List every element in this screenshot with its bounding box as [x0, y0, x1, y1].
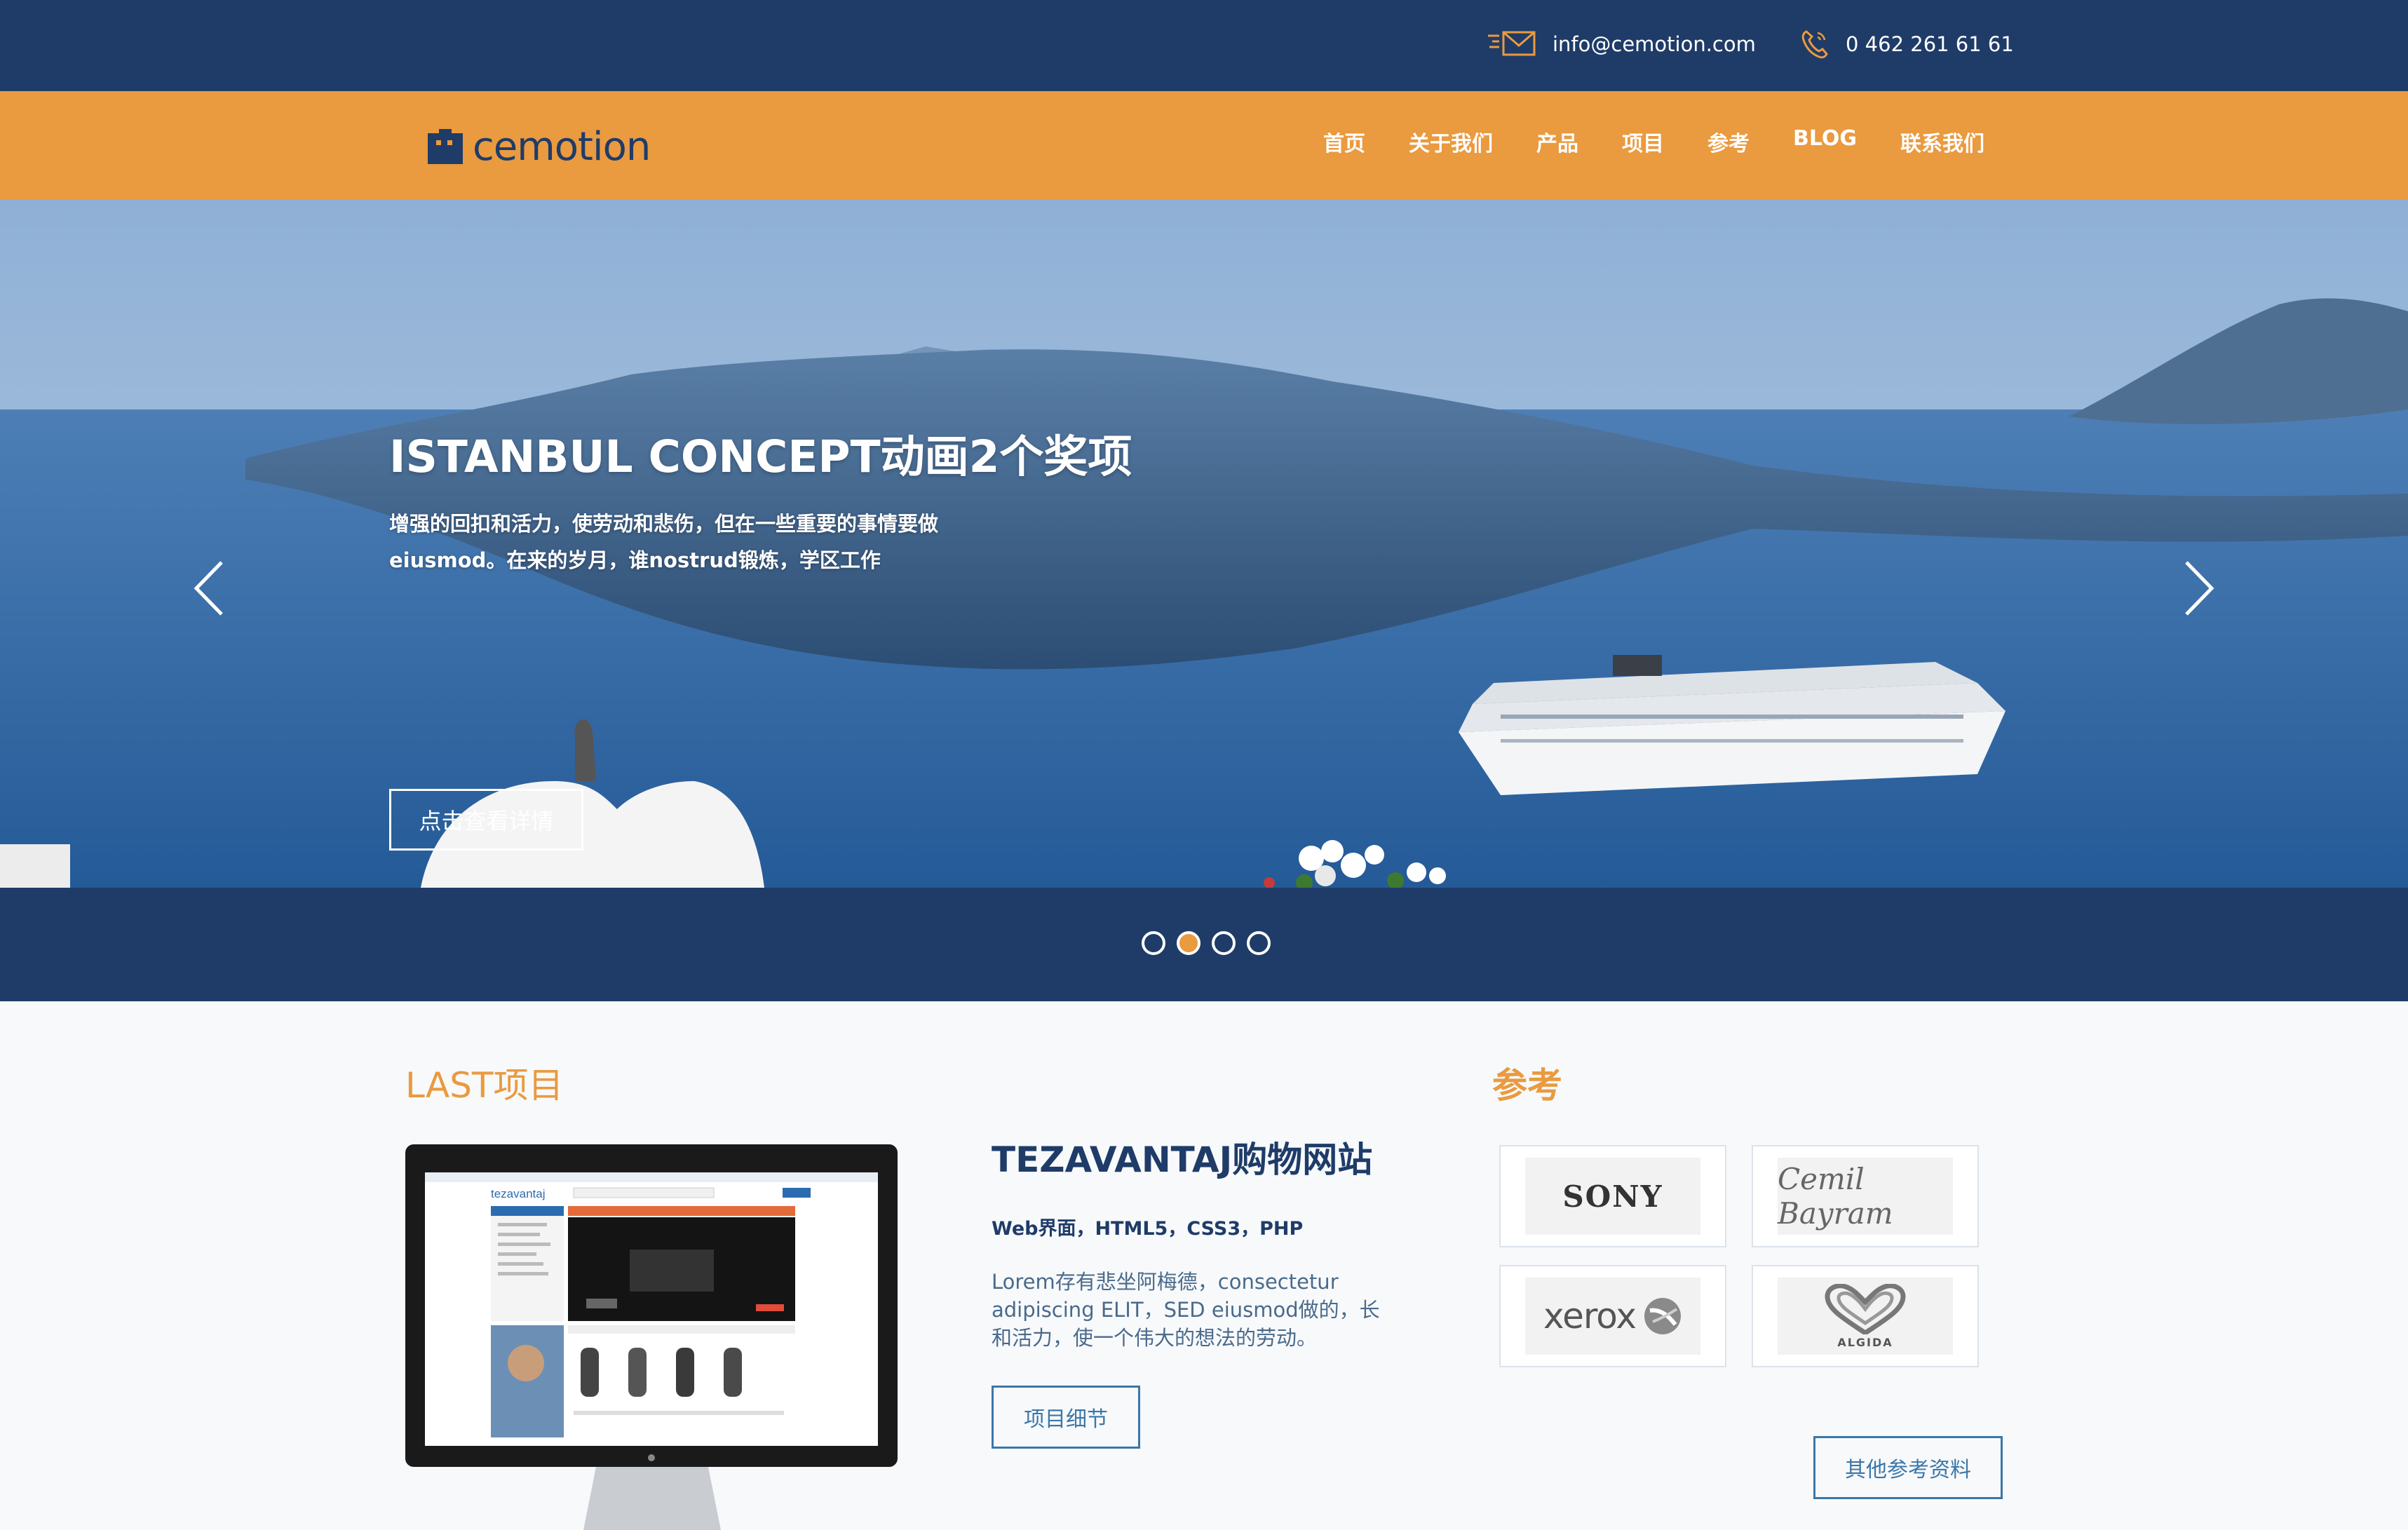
- brand-name: cemotion: [473, 123, 651, 170]
- project-details-button[interactable]: 项目细节: [992, 1386, 1140, 1449]
- algida-heart-icon: [1825, 1283, 1906, 1334]
- slider-dot-1[interactable]: [1142, 931, 1165, 955]
- reference-logo-xerox[interactable]: xerox: [1499, 1265, 1726, 1367]
- xerox-sphere-icon: [1644, 1298, 1681, 1334]
- email-contact[interactable]: info@cemotion.com: [1487, 27, 1756, 62]
- reference-logo-algida[interactable]: ALGIDA: [1752, 1265, 1979, 1367]
- nav-item-contact[interactable]: 联系我们: [1900, 126, 1984, 157]
- chevron-right-icon: [2185, 561, 2214, 616]
- nav-item-about[interactable]: 关于我们: [1409, 126, 1493, 157]
- screen-site-logo: tezavantaj: [491, 1187, 546, 1200]
- slider-prev-button[interactable]: [181, 550, 237, 627]
- hero-title: ISTANBUL CONCEPT动画2个奖项: [389, 431, 1132, 482]
- project-technologies: Web界面，HTML5，CSS3，PHP: [992, 1218, 1304, 1240]
- sony-logo: SONY: [1562, 1179, 1663, 1214]
- phone-contact[interactable]: 0 462 261 61 61: [1799, 27, 2014, 62]
- projects-section-title: LAST项目: [405, 1065, 564, 1106]
- nav-item-blog[interactable]: BLOG: [1793, 126, 1857, 157]
- algida-text: ALGIDA: [1837, 1335, 1893, 1349]
- cemotion-logo-icon: [428, 129, 463, 164]
- page: info@cemotion.com 0 462 261 61 61 cemoti…: [0, 0, 2408, 1530]
- cemil-bayram-logo: Cemil Bayram: [1778, 1162, 1893, 1231]
- project-screenshot[interactable]: tezavantaj: [405, 1144, 898, 1530]
- xerox-wordmark: xerox: [1543, 1296, 1637, 1336]
- project-title[interactable]: TEZAVANTAJ购物网站: [992, 1132, 1372, 1182]
- slider-pagination-bar: [0, 888, 2408, 1001]
- phone-text: 0 462 261 61 61: [1846, 32, 2014, 56]
- hero-description: 增强的回扣和活力，使劳动和悲伤，但在一些重要的事情要做eiusmod。在来的岁月…: [389, 512, 939, 572]
- main-navbar: cemotion 首页 关于我们 产品 项目 参考 BLOG 联系我们: [0, 91, 2408, 199]
- brand-logo[interactable]: cemotion: [428, 122, 651, 171]
- hero-slider: ISTANBUL CONCEPT动画2个奖项 增强的回扣和活力，使劳动和悲伤，但…: [0, 199, 2408, 888]
- other-references-button[interactable]: 其他参考资料: [1813, 1436, 2003, 1499]
- main-nav: 首页 关于我们 产品 项目 参考 BLOG 联系我们: [1323, 126, 1984, 157]
- slider-dot-3[interactable]: [1212, 931, 1236, 955]
- nav-item-projects[interactable]: 项目: [1622, 126, 1664, 157]
- xerox-logo: xerox: [1543, 1296, 1682, 1336]
- nav-item-references[interactable]: 参考: [1707, 126, 1750, 157]
- reference-logo-sony[interactable]: SONY: [1499, 1145, 1726, 1247]
- nav-item-home[interactable]: 首页: [1323, 126, 1365, 157]
- reference-logo-cemil-bayram[interactable]: Cemil Bayram: [1752, 1145, 1979, 1247]
- hero-caption: ISTANBUL CONCEPT动画2个奖项 增强的回扣和活力，使劳动和悲伤，但…: [389, 431, 1511, 851]
- slider-dot-4[interactable]: [1247, 931, 1271, 955]
- algida-logo: ALGIDA: [1823, 1283, 1907, 1349]
- content-section: LAST项目 参考 tezavantaj TEZAVANTAJ购物网站 Web界…: [0, 1001, 2408, 1530]
- slider-dot-2[interactable]: [1177, 931, 1200, 955]
- chevron-left-icon: [194, 561, 223, 616]
- references-section-title: 参考: [1492, 1065, 1562, 1106]
- top-contact-bar: info@cemotion.com 0 462 261 61 61: [0, 0, 2408, 91]
- email-text: info@cemotion.com: [1553, 32, 1756, 56]
- slider-dots: [1142, 931, 1271, 955]
- envelope-icon: [1487, 27, 1537, 62]
- phone-icon: [1799, 27, 1830, 62]
- hero-details-button[interactable]: 点击查看详情: [389, 789, 583, 851]
- slider-next-button[interactable]: [2171, 550, 2227, 627]
- nav-item-products[interactable]: 产品: [1536, 126, 1578, 157]
- project-description: Lorem存有悲坐阿梅德，consectetur adipiscing ELIT…: [992, 1270, 1380, 1350]
